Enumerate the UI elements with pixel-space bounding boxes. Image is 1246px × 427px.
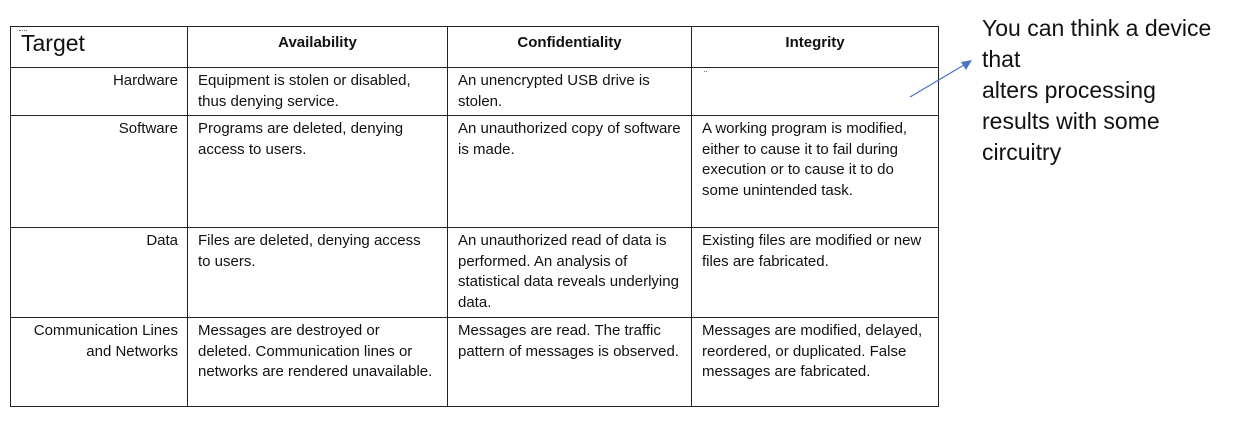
empty-cell-mark — [704, 71, 707, 73]
cell-communication-confidentiality: Messages are read. The traffic pattern o… — [447, 317, 692, 407]
annotation-line-5: circuitry — [982, 139, 1062, 165]
cell-software-integrity: A working program is modified, either to… — [691, 115, 939, 228]
table-row-data: Data Files are deleted, denying access t… — [10, 227, 939, 318]
row-target-hardware: Hardware — [10, 67, 188, 116]
cell-data-confidentiality: An unauthorized read of data is performe… — [447, 227, 692, 318]
slide: Target Availability Confidentiality Inte… — [0, 0, 1246, 427]
cell-hardware-availability: Equipment is stolen or disabled, thus de… — [187, 67, 448, 116]
arrow-head-icon — [961, 60, 972, 70]
header-integrity: Integrity — [691, 26, 939, 68]
row-target-software: Software — [10, 115, 188, 228]
header-availability: Availability — [187, 26, 448, 68]
annotation-line-2: that — [982, 46, 1021, 72]
header-row: Target Availability Confidentiality Inte… — [10, 26, 939, 68]
header-target-label: Target — [21, 30, 85, 56]
annotation-note: You can think a device that alters proce… — [982, 13, 1246, 168]
row-target-data: Data — [10, 227, 188, 318]
cell-data-availability: Files are deleted, denying access to use… — [187, 227, 448, 318]
header-confidentiality: Confidentiality — [447, 26, 692, 68]
corner-mark — [19, 30, 27, 32]
header-target: Target — [10, 26, 188, 68]
cell-software-availability: Programs are deleted, denying access to … — [187, 115, 448, 228]
cell-hardware-confidentiality: An unencrypted USB drive is stolen. — [447, 67, 692, 116]
table-row-hardware: Hardware Equipment is stolen or disabled… — [10, 67, 939, 116]
cell-communication-availability: Messages are destroyed or deleted. Commu… — [187, 317, 448, 407]
annotation-line-3: alters processing — [982, 77, 1156, 103]
cell-hardware-integrity — [691, 67, 939, 116]
cell-data-integrity: Existing files are modified or new files… — [691, 227, 939, 318]
cell-software-confidentiality: An unauthorized copy of software is made… — [447, 115, 692, 228]
threat-table: Target Availability Confidentiality Inte… — [10, 26, 939, 407]
table-row-software: Software Programs are deleted, denying a… — [10, 115, 939, 228]
cell-communication-integrity: Messages are modified, delayed, reordere… — [691, 317, 939, 407]
annotation-line-4: results with some — [982, 108, 1160, 134]
annotation-line-1: You can think a device — [982, 15, 1212, 41]
row-target-communication: Communication Lines and Networks — [10, 317, 188, 407]
table-row-communication: Communication Lines and Networks Message… — [10, 317, 939, 407]
